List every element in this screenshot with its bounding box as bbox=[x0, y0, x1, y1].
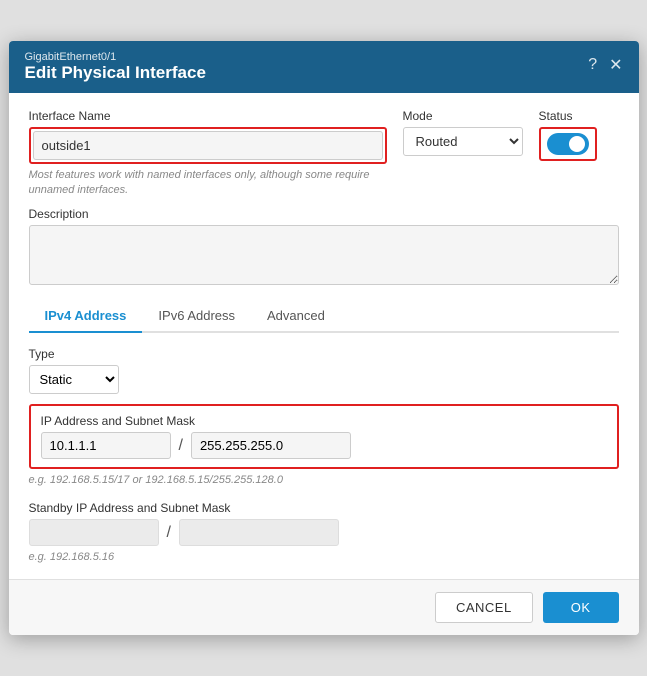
ip-address-input[interactable] bbox=[41, 432, 171, 459]
interface-name-input[interactable] bbox=[33, 131, 383, 160]
edit-interface-dialog: GigabitEthernet0/1 Edit Physical Interfa… bbox=[9, 41, 639, 634]
standby-slash-separator: / bbox=[167, 524, 171, 542]
status-label: Status bbox=[539, 109, 619, 123]
interface-name-border bbox=[29, 127, 387, 164]
interface-name-label: Interface Name bbox=[29, 109, 387, 123]
description-label: Description bbox=[29, 207, 619, 221]
status-toggle[interactable] bbox=[547, 133, 589, 155]
type-label: Type bbox=[29, 347, 619, 361]
ip-hint: e.g. 192.168.5.15/17 or 192.168.5.15/255… bbox=[29, 473, 619, 487]
interface-name-section: Interface Name Most features work with n… bbox=[29, 109, 387, 197]
status-toggle-wrapper bbox=[539, 127, 597, 161]
close-icon[interactable]: ✕ bbox=[609, 55, 622, 75]
tab-ipv6[interactable]: IPv6 Address bbox=[142, 300, 251, 333]
tab-advanced[interactable]: Advanced bbox=[251, 300, 341, 333]
toggle-slider bbox=[547, 133, 589, 155]
description-section: Description bbox=[29, 207, 619, 288]
interface-name-hint: Most features work with named interfaces… bbox=[29, 168, 387, 197]
dialog-header: GigabitEthernet0/1 Edit Physical Interfa… bbox=[9, 41, 639, 93]
dialog-footer: CANCEL OK bbox=[9, 579, 639, 635]
dialog-header-text: GigabitEthernet0/1 Edit Physical Interfa… bbox=[25, 51, 206, 83]
tabs-bar: IPv4 Address IPv6 Address Advanced bbox=[29, 300, 619, 333]
mode-select[interactable]: Routed Transparent Passive bbox=[403, 127, 523, 156]
dialog-subtitle: GigabitEthernet0/1 bbox=[25, 51, 206, 63]
ip-row: / bbox=[41, 432, 607, 459]
ip-address-section: IP Address and Subnet Mask / bbox=[29, 404, 619, 469]
slash-separator: / bbox=[179, 437, 183, 455]
dialog-header-icons: ? ✕ bbox=[588, 55, 622, 75]
mode-section: Mode Routed Transparent Passive bbox=[403, 109, 523, 156]
standby-hint: e.g. 192.168.5.16 bbox=[29, 550, 619, 564]
mode-label: Mode bbox=[403, 109, 523, 123]
type-select[interactable]: Static DHCP PPPoE bbox=[29, 365, 119, 394]
tab-ipv4[interactable]: IPv4 Address bbox=[29, 300, 143, 333]
subnet-mask-input[interactable] bbox=[191, 432, 351, 459]
type-row: Type Static DHCP PPPoE bbox=[29, 347, 619, 394]
standby-section: Standby IP Address and Subnet Mask / e.g… bbox=[29, 501, 619, 564]
standby-ip-row: / bbox=[29, 519, 619, 546]
status-section: Status bbox=[539, 109, 619, 161]
help-icon[interactable]: ? bbox=[588, 56, 597, 74]
ip-address-label: IP Address and Subnet Mask bbox=[41, 414, 607, 428]
standby-label: Standby IP Address and Subnet Mask bbox=[29, 501, 619, 515]
dialog-body: Interface Name Most features work with n… bbox=[9, 93, 639, 564]
dialog-title: Edit Physical Interface bbox=[25, 63, 206, 83]
cancel-button[interactable]: CANCEL bbox=[435, 592, 533, 623]
ok-button[interactable]: OK bbox=[543, 592, 619, 623]
top-row: Interface Name Most features work with n… bbox=[29, 109, 619, 197]
description-textarea[interactable] bbox=[29, 225, 619, 285]
standby-subnet-input[interactable] bbox=[179, 519, 339, 546]
standby-ip-input[interactable] bbox=[29, 519, 159, 546]
